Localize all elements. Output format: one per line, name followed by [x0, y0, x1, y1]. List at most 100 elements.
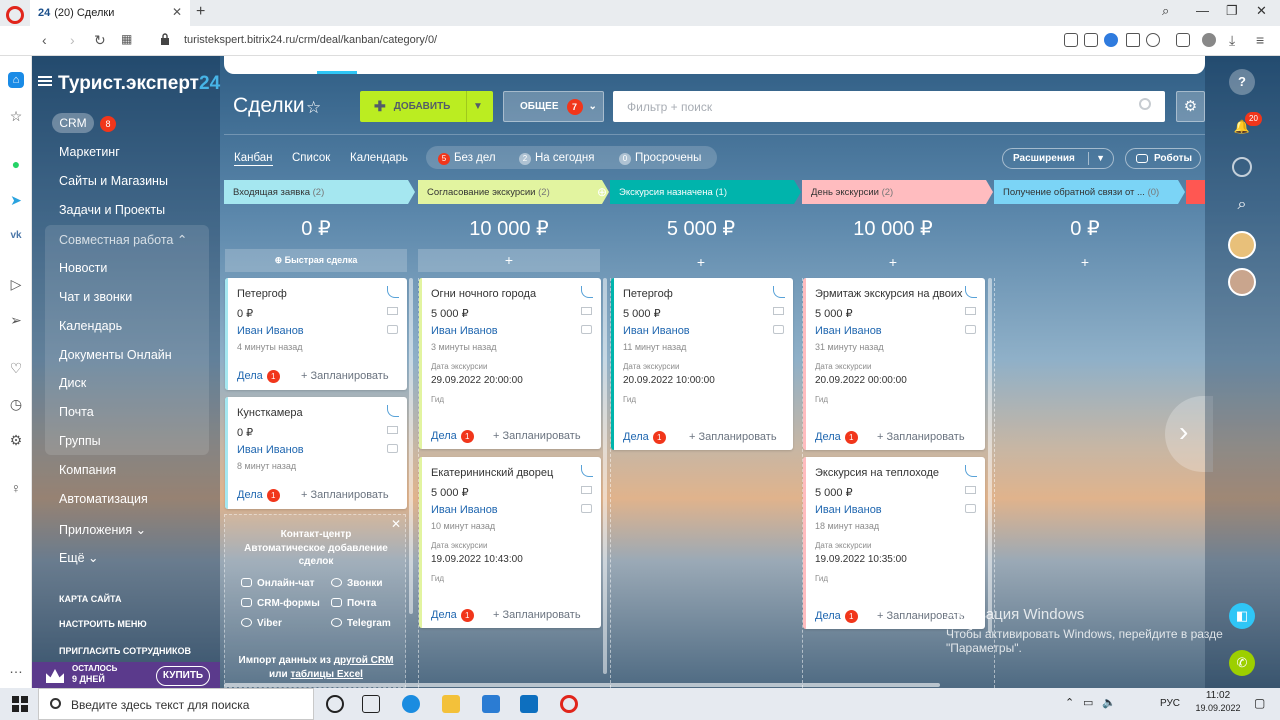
mail-icon[interactable] — [965, 307, 976, 315]
deal-title[interactable]: Кунсткамера — [237, 407, 303, 419]
pipeline-button[interactable]: ОБЩЕЕ 7 ⌄ — [503, 91, 604, 122]
reload-icon[interactable]: ↻ — [94, 32, 106, 49]
phone-icon[interactable] — [965, 286, 977, 298]
kanban-horizontal-scrollbar[interactable] — [224, 683, 940, 687]
vk-icon[interactable]: vk — [8, 228, 24, 244]
tab-kanban[interactable]: Канбан — [234, 152, 273, 166]
menu-item-automation[interactable]: Автоматизация — [59, 492, 148, 506]
opera-taskbar-icon[interactable] — [560, 695, 578, 713]
menu-item-calendar[interactable]: Календарь — [59, 319, 122, 333]
schedule-link[interactable]: + Запланировать — [493, 430, 581, 442]
add-stage-icon[interactable]: ⊕ — [597, 185, 607, 199]
restore-icon[interactable]: ❐ — [1226, 3, 1238, 19]
stage-header[interactable]: Экскурсия назначена (1) — [610, 180, 801, 204]
chat-icon[interactable] — [965, 504, 976, 513]
deal-user[interactable]: Иван Иванов — [815, 504, 882, 516]
extensions-button[interactable]: Расширения ▼ — [1002, 148, 1114, 169]
mail-app-icon[interactable] — [520, 695, 538, 713]
whatsapp-icon[interactable]: ● — [8, 156, 24, 172]
menu-invite[interactable]: ПРИГЛАСИТЬ СОТРУДНИКОВ — [59, 646, 191, 656]
menu-item-collab[interactable]: Совместная работа ⌃ — [59, 232, 187, 247]
contact-online-chat[interactable]: Онлайн-чат — [241, 578, 315, 589]
import-crm-link[interactable]: другой CRM — [334, 655, 394, 666]
phone-icon[interactable] — [581, 465, 593, 477]
deal-card[interactable]: Петергоф 5 000 ₽ Иван Иванов 11 минут на… — [611, 278, 793, 450]
menu-item-marketing[interactable]: Маркетинг — [59, 145, 120, 159]
deal-card[interactable]: Кунсткамера 0 ₽ Иван Иванов 8 минут наза… — [225, 397, 407, 509]
quick-deal-button[interactable]: ⊕ Быстрая сделка — [225, 249, 407, 272]
search-icon[interactable]: ⌕ — [1229, 192, 1255, 218]
url-text[interactable]: turistekspert.bitrix24.ru/crm/deal/kanba… — [184, 34, 437, 46]
telegram-icon[interactable]: ➤ — [8, 192, 24, 208]
deal-card[interactable]: Огни ночного города 5 000 ₽ Иван Иванов … — [419, 278, 601, 449]
deal-card[interactable]: Эрмитаж экскурсия на двоих 5 000 ₽ Иван … — [803, 278, 985, 450]
widgets-icon[interactable] — [362, 695, 380, 713]
home-icon[interactable]: ⌂ — [8, 72, 24, 88]
deal-title[interactable]: Экскурсия на теплоходе — [815, 467, 939, 479]
contact-telegram[interactable]: Telegram — [331, 618, 391, 629]
windows-start-icon[interactable] — [12, 696, 28, 712]
download-icon[interactable]: ⤓ — [1229, 32, 1235, 49]
add-dropdown-icon[interactable]: ▼ — [473, 101, 483, 112]
deal-user[interactable]: Иван Иванов — [431, 504, 498, 516]
phone-icon[interactable] — [773, 286, 785, 298]
add-deal-button[interactable]: + — [994, 254, 1176, 270]
speed-dial-icon[interactable]: ▦ — [121, 32, 132, 46]
deal-activities[interactable]: Дела 1 — [237, 370, 280, 383]
task-view-icon[interactable] — [326, 695, 344, 713]
avatar[interactable] — [1228, 268, 1256, 296]
counter-today[interactable]: 2 На сегодня — [519, 152, 594, 165]
menu-item-crm[interactable]: CRM — [52, 113, 94, 133]
mail-icon[interactable] — [581, 307, 592, 315]
send-icon[interactable] — [1126, 33, 1140, 47]
deal-activities[interactable]: Дела 1 — [237, 489, 280, 502]
notification-center-icon[interactable]: ▢ — [1254, 696, 1265, 710]
deal-title[interactable]: Эрмитаж экскурсия на двоих — [815, 288, 962, 300]
menu-item-news[interactable]: Новости — [59, 261, 107, 275]
close-tab-icon[interactable]: ✕ — [172, 5, 182, 19]
tips-icon[interactable]: ♀ — [8, 480, 24, 496]
contact-viber[interactable]: Viber — [241, 618, 282, 629]
menu-item-apps[interactable]: Приложения ⌄ — [59, 522, 146, 537]
menu-icon[interactable]: ≡ — [1256, 32, 1264, 48]
extensions-icon[interactable] — [1176, 33, 1190, 47]
search-tabs-icon[interactable]: ⌕ — [1162, 3, 1169, 19]
forward-icon[interactable]: › — [70, 32, 75, 48]
phone-icon[interactable] — [581, 286, 593, 298]
avatar[interactable] — [1228, 231, 1256, 259]
deal-title[interactable]: Петергоф — [623, 288, 673, 300]
explorer-icon[interactable] — [442, 695, 460, 713]
portal-brand[interactable]: Турист.эксперт24 — [58, 73, 220, 95]
add-deal-button[interactable]: + — [610, 254, 792, 270]
edge-icon[interactable] — [402, 695, 420, 713]
counter-overdue[interactable]: 0 Просрочены — [619, 152, 701, 165]
clock[interactable]: 11:02 19.09.2022 — [1193, 690, 1243, 713]
tray-chevron-icon[interactable]: ⌃ — [1065, 696, 1074, 709]
vpn-shield-icon[interactable] — [1104, 33, 1118, 47]
profile-icon[interactable] — [1202, 33, 1216, 47]
add-deal-button[interactable]: + — [418, 249, 600, 272]
chat-icon[interactable] — [581, 504, 592, 513]
column-scrollbar[interactable] — [988, 278, 992, 633]
add-button[interactable]: ✚ ДОБАВИТЬ ▼ — [360, 91, 493, 122]
tab-calendar[interactable]: Календарь — [350, 152, 408, 164]
phone-call-icon[interactable]: ✆ — [1229, 650, 1255, 676]
schedule-link[interactable]: + Запланировать — [301, 370, 389, 382]
browser-tab[interactable]: 24 (20) Сделки ✕ — [30, 0, 190, 26]
stage-header-next[interactable] — [1186, 180, 1205, 204]
contact-center-icon[interactable]: ◧ — [1229, 603, 1255, 629]
schedule-link[interactable]: + Запланировать — [493, 609, 581, 621]
phone-icon[interactable] — [387, 405, 399, 417]
deal-user[interactable]: Иван Иванов — [237, 325, 304, 337]
contact-crm-forms[interactable]: CRM-формы — [241, 598, 320, 609]
deal-user[interactable]: Иван Иванов — [237, 444, 304, 456]
opera-logo-icon[interactable] — [6, 6, 24, 24]
stage-header[interactable]: Получение обратной связи от ... (0) — [994, 180, 1185, 204]
close-window-icon[interactable]: ✕ — [1256, 3, 1267, 19]
deal-activities[interactable]: Дела 1 — [815, 610, 858, 623]
contact-mail[interactable]: Почта — [331, 598, 376, 609]
camera-icon[interactable] — [1084, 33, 1098, 47]
mail-icon[interactable] — [581, 486, 592, 494]
mail-icon[interactable] — [965, 486, 976, 494]
chat-icon[interactable] — [773, 325, 784, 334]
